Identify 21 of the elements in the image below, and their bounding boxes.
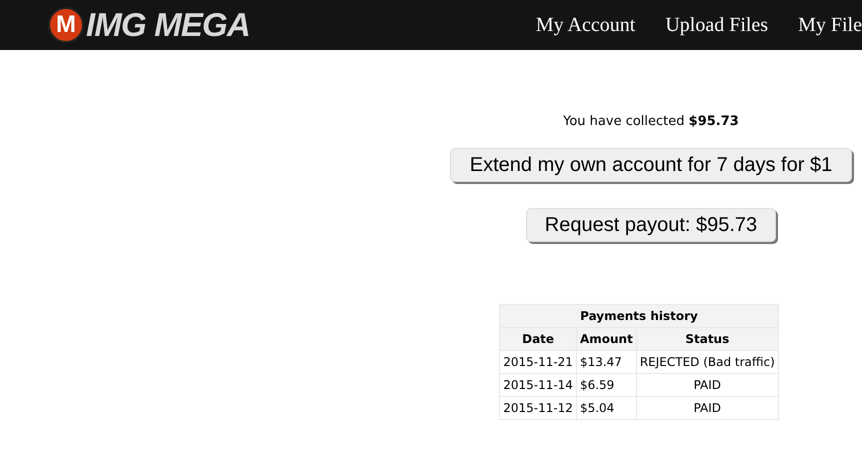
table-cell: 2015-11-21 [500,350,576,373]
table-cell: 2015-11-12 [500,396,576,419]
column-header: Status [636,327,778,350]
collected-text: You have collected $95.73 [563,113,739,131]
logo-text: IMG MEGA [86,5,250,46]
action-button[interactable]: Extend my own account for 7 days for $1 [450,148,852,182]
table-cell: 2015-11-14 [500,373,576,396]
nav-link[interactable]: My File [798,10,862,40]
table-cell: PAID [636,373,778,396]
column-header: Amount [576,327,636,350]
table-cell: $13.47 [576,350,636,373]
table-cell: $5.04 [576,396,636,419]
action-button[interactable]: Request payout: $95.73 [526,208,776,242]
nav-link[interactable]: Upload Files [665,10,768,40]
table-title: Payments history [500,304,778,327]
column-header: Date [500,327,576,350]
logo-mark: M [48,7,84,43]
table-cell: PAID [636,396,778,419]
table-cell: REJECTED (Bad traffic) [636,350,778,373]
table-cell: $6.59 [576,373,636,396]
nav-link[interactable]: My Account [536,10,636,40]
